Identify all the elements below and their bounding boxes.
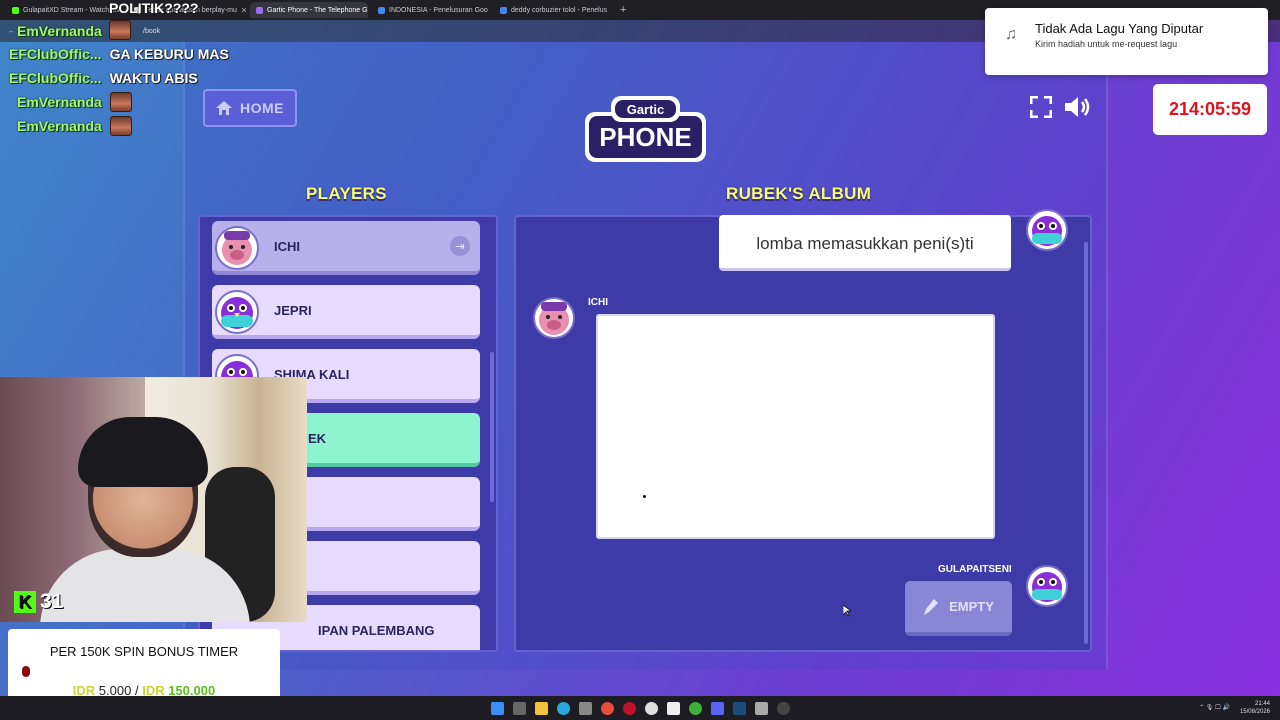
drawing-stroke (643, 495, 646, 498)
app-icon[interactable] (644, 701, 658, 715)
home-button[interactable]: HOME (203, 89, 297, 127)
new-tab-button[interactable]: + (620, 4, 626, 16)
browser-tab[interactable]: deddy corbuzier tolol - Penelus✕ (494, 2, 612, 18)
windows-taskbar (0, 696, 1280, 720)
next-author: GULAPAITSENI (938, 564, 1012, 575)
players-scrollbar[interactable] (490, 352, 494, 502)
home-label: HOME (240, 100, 284, 116)
drawing-canvas (596, 314, 995, 539)
player-name: JEPRI (274, 302, 312, 318)
chat-text: WAKTU ABIS (109, 70, 198, 86)
tab-label: GulapaitXD Stream - Watch Liv (23, 6, 120, 14)
chat-message: EmVernanda (17, 92, 132, 112)
browser-tab-active[interactable]: Gartic Phone - The Telephone G✕ (250, 2, 368, 18)
chat-username: EFClubOffic... (9, 46, 102, 62)
capcut-icon[interactable] (666, 701, 680, 715)
music-note-icon: ♫ (1005, 26, 1017, 43)
bird-avatar-icon (1026, 565, 1068, 607)
close-icon[interactable]: ✕ (241, 6, 246, 15)
back-icon[interactable]: ← (8, 28, 15, 35)
chat-message: EFClubOffic... GA KEBURU MAS (9, 46, 229, 62)
chrome-icon[interactable] (600, 701, 614, 715)
empty-button[interactable]: EMPTY (905, 581, 1012, 636)
app-icon[interactable] (754, 701, 768, 715)
album-title: RUBEK'S ALBUM (726, 184, 872, 203)
opera-icon[interactable] (622, 701, 636, 715)
gartic-phone-logo: Gartic PHONE (585, 96, 706, 162)
player-item[interactable]: ICHI ⇥ (212, 221, 480, 275)
chat-message: EFClubOffic... WAKTU ABIS (9, 70, 198, 86)
pig-avatar-icon (533, 297, 575, 339)
kick-viewer-badge: K 31 (14, 590, 63, 614)
chat-text: GA KEBURU MAS (109, 46, 229, 62)
emote-icon (109, 116, 132, 136)
tab-label: deddy corbuzier tolol - Penelus (511, 6, 608, 14)
music-subtitle: Kirim hadiah untuk me-request lagu (1035, 39, 1178, 49)
chat-username: EmVernanda (17, 94, 102, 110)
store-icon[interactable] (578, 701, 592, 715)
chat-username: EmVernanda (17, 118, 102, 134)
clock[interactable]: 21:44 15/08/2026 (1240, 700, 1270, 716)
xbox-icon[interactable] (688, 701, 702, 715)
tab-label: Gartic Phone - The Telephone G (267, 6, 368, 14)
emote-icon (109, 92, 132, 112)
donation-progress-bar (22, 666, 30, 677)
address-text: /book (143, 27, 161, 35)
music-title: Tidak Ada Lagu Yang Diputar (1035, 21, 1204, 36)
stream-timer: 214:05:59 (1153, 84, 1267, 135)
player-item[interactable]: JEPRI (212, 285, 480, 339)
chat-username: EFClubOffic... (9, 70, 102, 86)
player-name: ICHI (274, 238, 300, 254)
music-widget: ♫ Tidak Ada Lagu Yang Diputar Kirim hadi… (985, 8, 1268, 75)
favicon-icon (256, 6, 263, 14)
browser-tab[interactable]: GulapaitXD Stream - Watch Liv✕ (6, 2, 124, 18)
folder-icon[interactable] (534, 701, 548, 715)
svg-text:PHONE: PHONE (599, 122, 691, 152)
mouse-cursor-icon (843, 605, 851, 617)
pencil-icon (924, 598, 939, 615)
drawing-author: ICHI (588, 297, 608, 308)
prompt-text: lomba memasukkan peni(s)ti (756, 233, 974, 253)
obs-icon[interactable] (776, 701, 790, 715)
discord-icon[interactable] (710, 701, 724, 715)
close-icon[interactable]: ✕ (611, 6, 612, 15)
favicon-icon (12, 6, 19, 14)
players-title: PLAYERS (306, 184, 387, 203)
start-icon[interactable] (490, 701, 504, 715)
tray-icons[interactable]: ⌃ 🎙 🖵 🔊 (1199, 704, 1230, 712)
svg-text:Gartic: Gartic (627, 102, 665, 117)
chat-username: EmVernanda (17, 23, 102, 39)
exit-icon[interactable]: ⇥ (450, 236, 470, 256)
empty-label: EMPTY (949, 599, 994, 614)
volume-icon[interactable] (1064, 96, 1092, 124)
home-icon (216, 101, 232, 115)
webcam-feed (0, 377, 307, 622)
viewer-count: 31 (40, 590, 64, 613)
bird-avatar-icon (1026, 209, 1068, 251)
favicon-icon (378, 6, 385, 14)
edge-icon[interactable] (556, 701, 570, 715)
system-tray: ⌃ 🎙 🖵 🔊 21:44 15/08/2026 (1199, 700, 1270, 716)
clock-date: 15/08/2026 (1239, 709, 1270, 715)
timer-value: 214:05:59 (1168, 99, 1252, 119)
kick-logo-icon: K (14, 591, 36, 613)
favicon-icon (500, 6, 507, 14)
search-icon[interactable] (512, 701, 526, 715)
player-name: EK (308, 430, 327, 446)
browser-tab[interactable]: INDONESIA - Penelusuran Goo✕ (372, 2, 490, 18)
player-name: IPAN PALEMBANG (318, 622, 435, 638)
chat-text: POLITIK???? (109, 0, 199, 16)
tab-label: INDONESIA - Penelusuran Goo (389, 6, 488, 14)
clock-time: 21:44 (1254, 701, 1270, 707)
emote-icon (109, 20, 131, 40)
fullscreen-icon[interactable] (1029, 95, 1053, 124)
bird-avatar-icon (215, 290, 259, 334)
album-scrollbar[interactable] (1084, 242, 1088, 644)
pig-avatar-icon (215, 226, 259, 270)
chat-message: EmVernanda (17, 116, 132, 136)
donation-title: PER 150K SPIN BONUS TIMER (49, 644, 239, 659)
prompt-bubble: lomba memasukkan peni(s)ti (719, 215, 1011, 271)
steam-icon[interactable] (732, 701, 746, 715)
